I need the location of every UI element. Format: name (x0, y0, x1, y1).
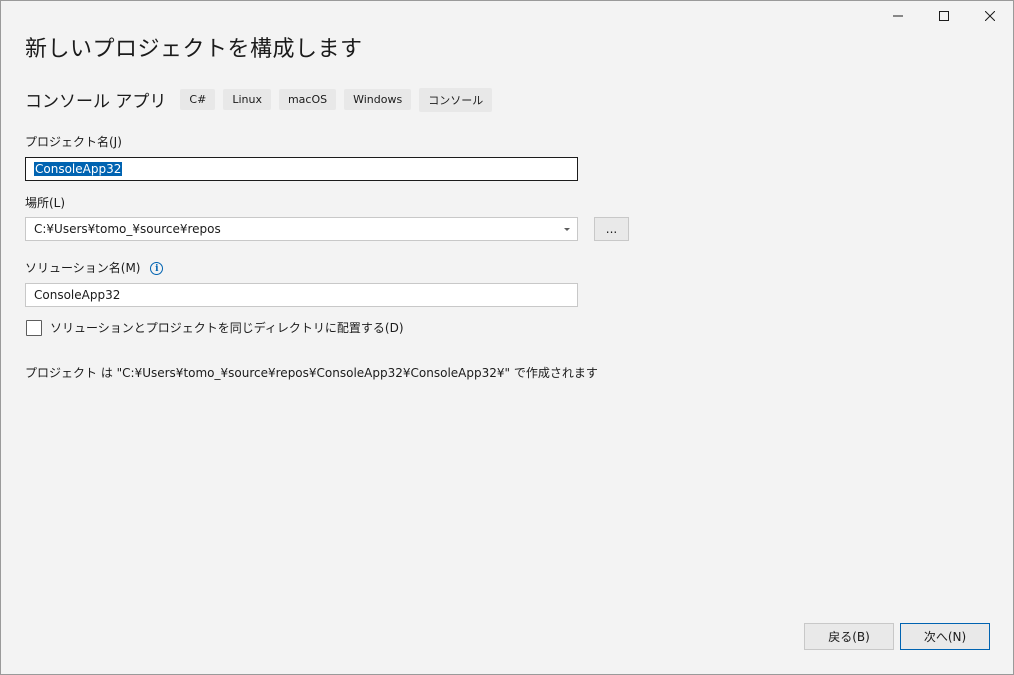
back-button[interactable]: 戻る(B) (804, 623, 894, 650)
tag-linux: Linux (223, 89, 271, 110)
project-name-input[interactable]: ConsoleApp32 (25, 157, 578, 181)
next-button[interactable]: 次へ(N) (900, 623, 990, 650)
minimize-icon (893, 15, 903, 17)
template-row: コンソール アプリ C# Linux macOS Windows コンソール (25, 87, 500, 112)
page-title: 新しいプロジェクトを構成します (25, 37, 363, 62)
project-name-label: プロジェクト名(J) (25, 135, 122, 149)
template-name: コンソール アプリ (25, 92, 167, 112)
browse-button[interactable]: ... (594, 217, 629, 241)
tag-console: コンソール (419, 87, 493, 112)
location-combobox[interactable]: C:¥Users¥tomo_¥source¥repos (25, 217, 578, 241)
solution-name-label-row: ソリューション名(M) i (25, 259, 164, 276)
minimize-button[interactable] (875, 1, 921, 31)
same-directory-option[interactable]: ソリューションとプロジェクトを同じディレクトリに配置する(D) (26, 319, 404, 336)
tag-csharp: C# (180, 89, 216, 110)
same-directory-checkbox[interactable] (26, 319, 42, 336)
location-value: C:¥Users¥tomo_¥source¥repos (34, 222, 221, 236)
solution-name-input[interactable]: ConsoleApp32 (25, 283, 578, 307)
chevron-down-icon[interactable] (563, 226, 571, 234)
maximize-button[interactable] (921, 1, 967, 31)
location-label: 場所(L) (25, 196, 66, 210)
solution-name-label: ソリューション名(M) (25, 261, 141, 275)
project-path-info: プロジェクト は "C:¥Users¥tomo_¥source¥repos¥Co… (25, 366, 598, 380)
maximize-icon (939, 11, 949, 21)
caption-buttons (875, 1, 1013, 33)
dialog-window: 新しいプロジェクトを構成します コンソール アプリ C# Linux macOS… (0, 0, 1014, 675)
tag-macos: macOS (278, 89, 337, 110)
project-name-value: ConsoleApp32 (34, 162, 123, 176)
solution-name-value: ConsoleApp32 (34, 288, 121, 302)
same-directory-label: ソリューションとプロジェクトを同じディレクトリに配置する(D) (50, 321, 404, 335)
close-button[interactable] (967, 1, 1013, 31)
close-icon (985, 11, 995, 21)
info-icon[interactable]: i (150, 262, 164, 275)
tag-windows: Windows (344, 89, 412, 110)
